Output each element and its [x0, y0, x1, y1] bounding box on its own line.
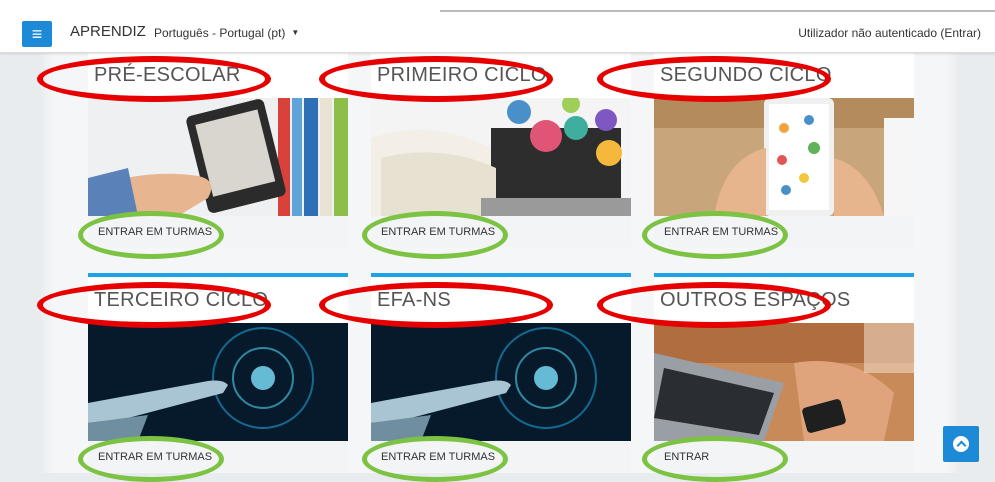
card-title[interactable]: PRIMEIRO CICLO — [377, 64, 547, 87]
hamburger-menu-icon[interactable]: ≡ — [22, 21, 52, 47]
chevron-up-icon — [953, 436, 969, 452]
card-footer: ENTRAR EM TURMAS — [371, 216, 631, 247]
enter-classes-button[interactable]: ENTRAR EM TURMAS — [664, 226, 778, 238]
enter-classes-button[interactable]: ENTRAR EM TURMAS — [381, 451, 495, 463]
login-link[interactable]: Utilizador não autenticado (Entrar) — [798, 26, 981, 40]
card-footer: ENTRAR EM TURMAS — [88, 441, 348, 472]
card-title[interactable]: TERCEIRO CICLO — [94, 289, 268, 312]
tablet-network-icons-image[interactable] — [654, 98, 914, 216]
enter-classes-button[interactable]: ENTRAR EM TURMAS — [98, 226, 212, 238]
enter-classes-button[interactable]: ENTRAR EM TURMAS — [381, 226, 495, 238]
language-label: Português - Portugal (pt) — [154, 26, 286, 40]
card-title[interactable]: EFA-NS — [377, 289, 451, 312]
category-card-segundo-ciclo[interactable]: SEGUNDO CICLO ENTRAR EM TURMAS — [654, 48, 914, 247]
scroll-to-top-button[interactable] — [943, 426, 979, 462]
content-shadow-right — [946, 52, 960, 473]
finger-touching-digital-screen-image[interactable] — [88, 323, 348, 441]
caret-down-icon: ▼ — [291, 28, 300, 37]
card-title[interactable]: PRÉ-ESCOLAR — [94, 64, 241, 87]
enter-classes-button[interactable]: ENTRAR EM TURMAS — [98, 451, 212, 463]
card-footer: ENTRAR — [654, 441, 914, 472]
book-on-laptop-science-icons-image[interactable] — [371, 98, 631, 216]
card-title[interactable]: OUTROS ESPAÇOS — [660, 289, 851, 312]
finger-touching-digital-screen-image[interactable] — [371, 323, 631, 441]
language-selector[interactable]: Português - Portugal (pt) ▼ — [154, 26, 299, 40]
category-card-outros-espacos[interactable]: OUTROS ESPAÇOS ENTRAR — [654, 273, 914, 472]
navbar: ≡ APRENDIZ Português - Portugal (pt) ▼ Ut… — [0, 12, 995, 53]
card-footer: ENTRAR EM TURMAS — [371, 441, 631, 472]
category-card-terceiro-ciclo[interactable]: TERCEIRO CICLO ENTRAR EM TURMAS — [88, 273, 348, 472]
card-title[interactable]: SEGUNDO CICLO — [660, 64, 832, 87]
content-shadow-left — [40, 52, 54, 473]
site-brand[interactable]: APRENDIZ — [70, 23, 146, 40]
category-card-efa-ns[interactable]: EFA-NS ENTRAR EM TURMAS — [371, 273, 631, 472]
category-card-pre-escolar[interactable]: PRÉ-ESCOLAR ENTRAR EM TURMAS — [88, 48, 348, 247]
card-footer: ENTRAR EM TURMAS — [654, 216, 914, 247]
card-footer: ENTRAR EM TURMAS — [88, 216, 348, 247]
hand-holding-ereader-image[interactable] — [88, 98, 348, 216]
category-card-primeiro-ciclo[interactable]: PRIMEIRO CICLO ENTRAR EM TURMAS — [371, 48, 631, 247]
hands-on-laptop-and-phone-image[interactable] — [654, 323, 914, 441]
enter-button[interactable]: ENTRAR — [664, 451, 709, 463]
